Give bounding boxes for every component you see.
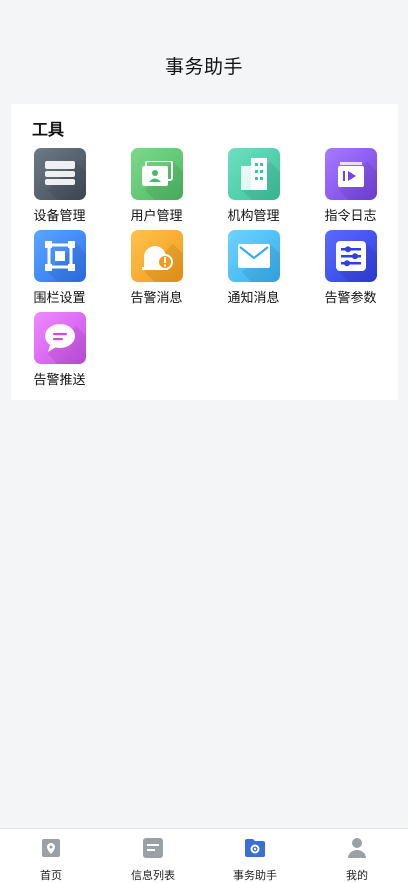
alarm-bell-icon xyxy=(130,230,183,282)
tool-notice-messages[interactable]: 通知消息 xyxy=(205,230,302,312)
location-home-icon xyxy=(41,837,61,863)
tool-device-management[interactable]: 设备管理 xyxy=(11,148,108,230)
tab-task-assistant[interactable]: 事务助手 xyxy=(204,829,306,883)
tool-user-management[interactable]: 用户管理 xyxy=(108,148,205,230)
tool-org-management[interactable]: 机构管理 xyxy=(205,148,302,230)
building-icon xyxy=(227,148,280,200)
person-icon xyxy=(347,837,367,863)
tools-card: 工具 设备管理 用户管理 机构管理 指令日志 围栏设置 告警消息 通知消息 告警… xyxy=(11,104,398,400)
tool-label: 机构管理 xyxy=(227,209,280,224)
fence-square-icon xyxy=(33,230,86,282)
page-header: 事务助手 xyxy=(0,0,408,96)
device-icon xyxy=(33,148,86,200)
tool-alarm-push[interactable]: 告警推送 xyxy=(11,312,108,394)
tools-grid: 设备管理 用户管理 机构管理 指令日志 围栏设置 告警消息 通知消息 告警参数 … xyxy=(11,148,398,394)
document-list-icon xyxy=(143,837,163,863)
tool-command-log[interactable]: 指令日志 xyxy=(302,148,399,230)
tab-mine[interactable]: 我的 xyxy=(306,829,408,883)
tab-label: 信息列表 xyxy=(131,869,175,882)
tool-alarm-params[interactable]: 告警参数 xyxy=(302,230,399,312)
tool-label: 围栏设置 xyxy=(33,291,86,306)
tab-label: 事务助手 xyxy=(233,869,277,882)
tool-label: 设备管理 xyxy=(33,209,86,224)
tool-label: 指令日志 xyxy=(324,209,377,224)
tool-label: 通知消息 xyxy=(227,291,280,306)
tab-info-list[interactable]: 信息列表 xyxy=(102,829,204,883)
mail-icon xyxy=(227,230,280,282)
tab-home[interactable]: 首页 xyxy=(0,829,102,883)
bottom-tab-bar: 首页 信息列表 事务助手 我的 xyxy=(0,828,408,883)
play-log-icon xyxy=(324,148,377,200)
tab-label: 首页 xyxy=(40,869,62,882)
page-title: 事务助手 xyxy=(164,56,243,78)
sliders-icon xyxy=(324,230,377,282)
tab-label: 我的 xyxy=(346,869,368,882)
tool-label: 告警推送 xyxy=(33,373,86,388)
tool-label: 告警参数 xyxy=(324,291,377,306)
user-card-icon xyxy=(130,148,183,200)
tool-alarm-messages[interactable]: 告警消息 xyxy=(108,230,205,312)
tool-label: 用户管理 xyxy=(130,209,183,224)
folder-gear-icon xyxy=(244,837,266,863)
tool-fence-settings[interactable]: 围栏设置 xyxy=(11,230,108,312)
chat-bubble-icon xyxy=(33,312,86,364)
tool-label: 告警消息 xyxy=(130,291,183,306)
section-title: 工具 xyxy=(32,120,65,139)
